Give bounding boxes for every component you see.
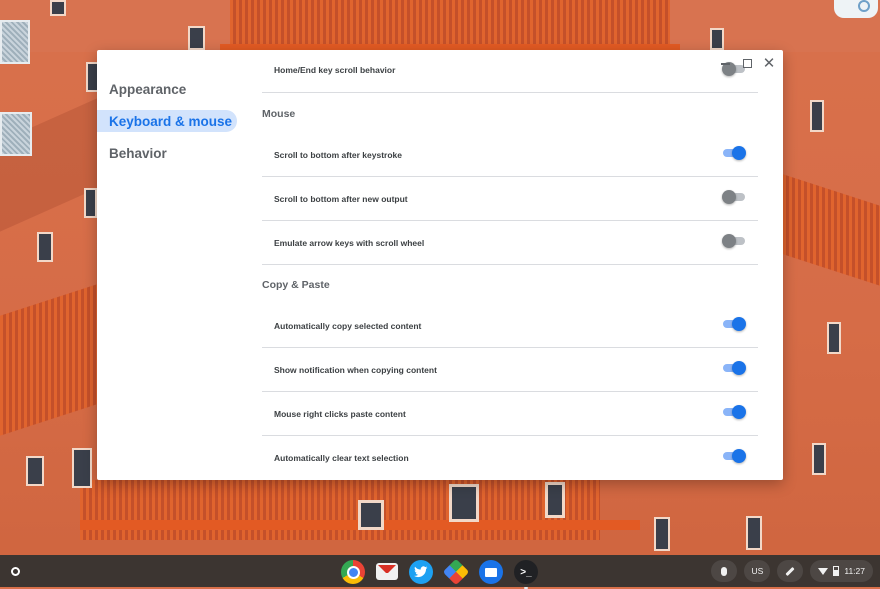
microphone-icon — [721, 566, 728, 576]
wallpaper-window — [545, 482, 565, 518]
wallpaper-lamp — [834, 0, 878, 18]
photos-icon[interactable] — [442, 558, 470, 586]
wallpaper-window — [746, 516, 762, 550]
setting-label: Automatically copy selected content — [274, 321, 422, 331]
section-title-copy-paste: Copy & Paste — [262, 279, 330, 291]
sidebar-item-behavior[interactable]: Behavior — [97, 142, 237, 164]
wifi-icon — [818, 567, 829, 575]
wallpaper-window — [72, 448, 92, 488]
settings-content: Home/End key scroll behavior Mouse Scrol… — [262, 50, 758, 480]
wallpaper-railing — [0, 284, 97, 436]
arrow-keys-scroll-toggle[interactable] — [722, 234, 746, 248]
keyboard-layout-button[interactable]: US — [744, 560, 771, 582]
setting-label: Home/End key scroll behavior — [274, 65, 396, 75]
toggle-knob — [722, 234, 736, 248]
window-controls: ✕ — [715, 54, 779, 72]
wallpaper-window — [827, 322, 841, 354]
wallpaper-window — [449, 484, 479, 522]
setting-row: Scroll to bottom after keystroke — [262, 133, 758, 177]
sidebar-item-keyboard-mouse[interactable]: Keyboard & mouse — [97, 110, 237, 132]
wallpaper-railing — [230, 0, 670, 50]
status-tray: US 11:27 — [711, 560, 873, 582]
scroll-on-keystroke-toggle[interactable] — [722, 146, 746, 160]
chrome-icon[interactable] — [341, 560, 365, 584]
microphone-button[interactable] — [711, 560, 738, 582]
setting-label: Scroll to bottom after new output — [274, 194, 408, 204]
twitter-icon[interactable] — [409, 560, 433, 584]
toggle-knob — [732, 317, 746, 331]
launcher-button[interactable] — [7, 563, 23, 579]
section-title-mouse: Mouse — [262, 108, 296, 120]
setting-row: Emulate arrow keys with scroll wheel — [262, 221, 758, 265]
minimize-button[interactable] — [715, 54, 735, 72]
setting-label: Scroll to bottom after keystroke — [274, 150, 403, 160]
clock-time: 11:27 — [844, 566, 865, 576]
clear-selection-toggle[interactable] — [722, 449, 746, 463]
pinned-apps: >_ — [341, 558, 538, 589]
wallpaper-window — [710, 28, 724, 50]
setting-row: Mouse right clicks paste content — [262, 392, 758, 436]
toggle-knob — [732, 449, 746, 463]
setting-row: Scroll to bottom after new output — [262, 177, 758, 221]
bird-glyph — [414, 566, 428, 578]
wallpaper-vent — [0, 20, 30, 64]
maximize-button[interactable] — [737, 54, 757, 72]
wallpaper-window — [26, 456, 44, 486]
close-button[interactable]: ✕ — [759, 54, 779, 72]
wallpaper-window — [84, 188, 97, 218]
wallpaper-railing — [783, 174, 880, 286]
gmail-icon[interactable] — [376, 563, 398, 580]
wallpaper-window — [358, 500, 384, 530]
wallpaper-window — [188, 26, 205, 50]
shelf: >_ US 11:27 — [0, 555, 880, 589]
auto-copy-toggle[interactable] — [722, 317, 746, 331]
wallpaper-vent — [0, 112, 32, 156]
toggle-knob — [732, 405, 746, 419]
setting-row: Show notification when copying content — [262, 348, 758, 392]
right-click-paste-toggle[interactable] — [722, 405, 746, 419]
settings-sidebar: Appearance Keyboard & mouse Behavior — [97, 50, 247, 480]
setting-label: Emulate arrow keys with scroll wheel — [274, 238, 425, 248]
system-tray-button[interactable]: 11:27 — [810, 560, 873, 582]
setting-row-home-end: Home/End key scroll behavior — [262, 50, 758, 93]
toggle-knob — [732, 146, 746, 160]
wallpaper-window — [50, 0, 66, 16]
wallpaper-window — [654, 517, 670, 551]
terminal-icon[interactable]: >_ — [514, 560, 538, 589]
scroll-on-output-toggle[interactable] — [722, 190, 746, 204]
settings-window: ✕ Appearance Keyboard & mouse Behavior H… — [97, 50, 783, 480]
setting-label: Mouse right clicks paste content — [274, 409, 406, 419]
wallpaper-window — [810, 100, 824, 132]
setting-label: Automatically clear text selection — [274, 453, 409, 463]
wallpaper-railing — [80, 480, 600, 540]
wallpaper-window — [812, 443, 826, 475]
files-icon[interactable] — [479, 560, 503, 584]
setting-row: Automatically copy selected content — [262, 304, 758, 348]
wallpaper-window — [37, 232, 53, 262]
setting-label: Show notification when copying content — [274, 365, 437, 375]
toggle-knob — [732, 361, 746, 375]
stylus-button[interactable] — [777, 560, 804, 582]
battery-icon — [833, 566, 840, 576]
setting-row: Automatically clear text selection — [262, 436, 758, 480]
toggle-knob — [722, 190, 736, 204]
pen-icon — [785, 566, 795, 576]
sidebar-item-appearance[interactable]: Appearance — [97, 78, 237, 100]
copy-notification-toggle[interactable] — [722, 361, 746, 375]
